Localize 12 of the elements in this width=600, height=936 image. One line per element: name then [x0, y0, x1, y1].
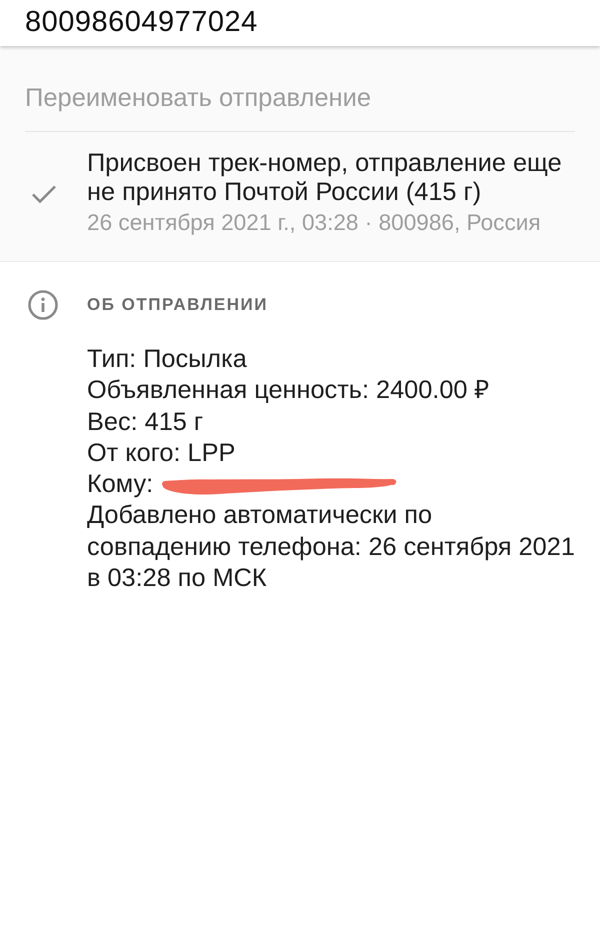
rename-field[interactable]: Переименовать отправление [25, 78, 575, 132]
event-meta: 26 сентября 2021 г., 03:28 · 800986, Россия [87, 209, 542, 237]
detail-line: Вес: 415 г [87, 406, 204, 438]
event-title: Присвоен трек-номер, отправление еще не принято Почтой России (415 г) [87, 149, 563, 207]
section-heading: ОБ ОТПРАВЛЕНИИ [87, 294, 268, 316]
detail-line: Кому: [87, 469, 154, 500]
track-number: 80098604977024 [25, 5, 258, 40]
detail-line: Добавлено автоматически по совпадению телефона: 26 сентября 2021 в 03:28 по МСК [87, 500, 575, 594]
detail-line: От кого: LPP [87, 438, 236, 469]
detail-line: Тип: Посылка [87, 344, 248, 375]
info-icon [28, 290, 58, 320]
detail-line: Объявленная ценность: 2400.00 ₽ [87, 375, 490, 406]
